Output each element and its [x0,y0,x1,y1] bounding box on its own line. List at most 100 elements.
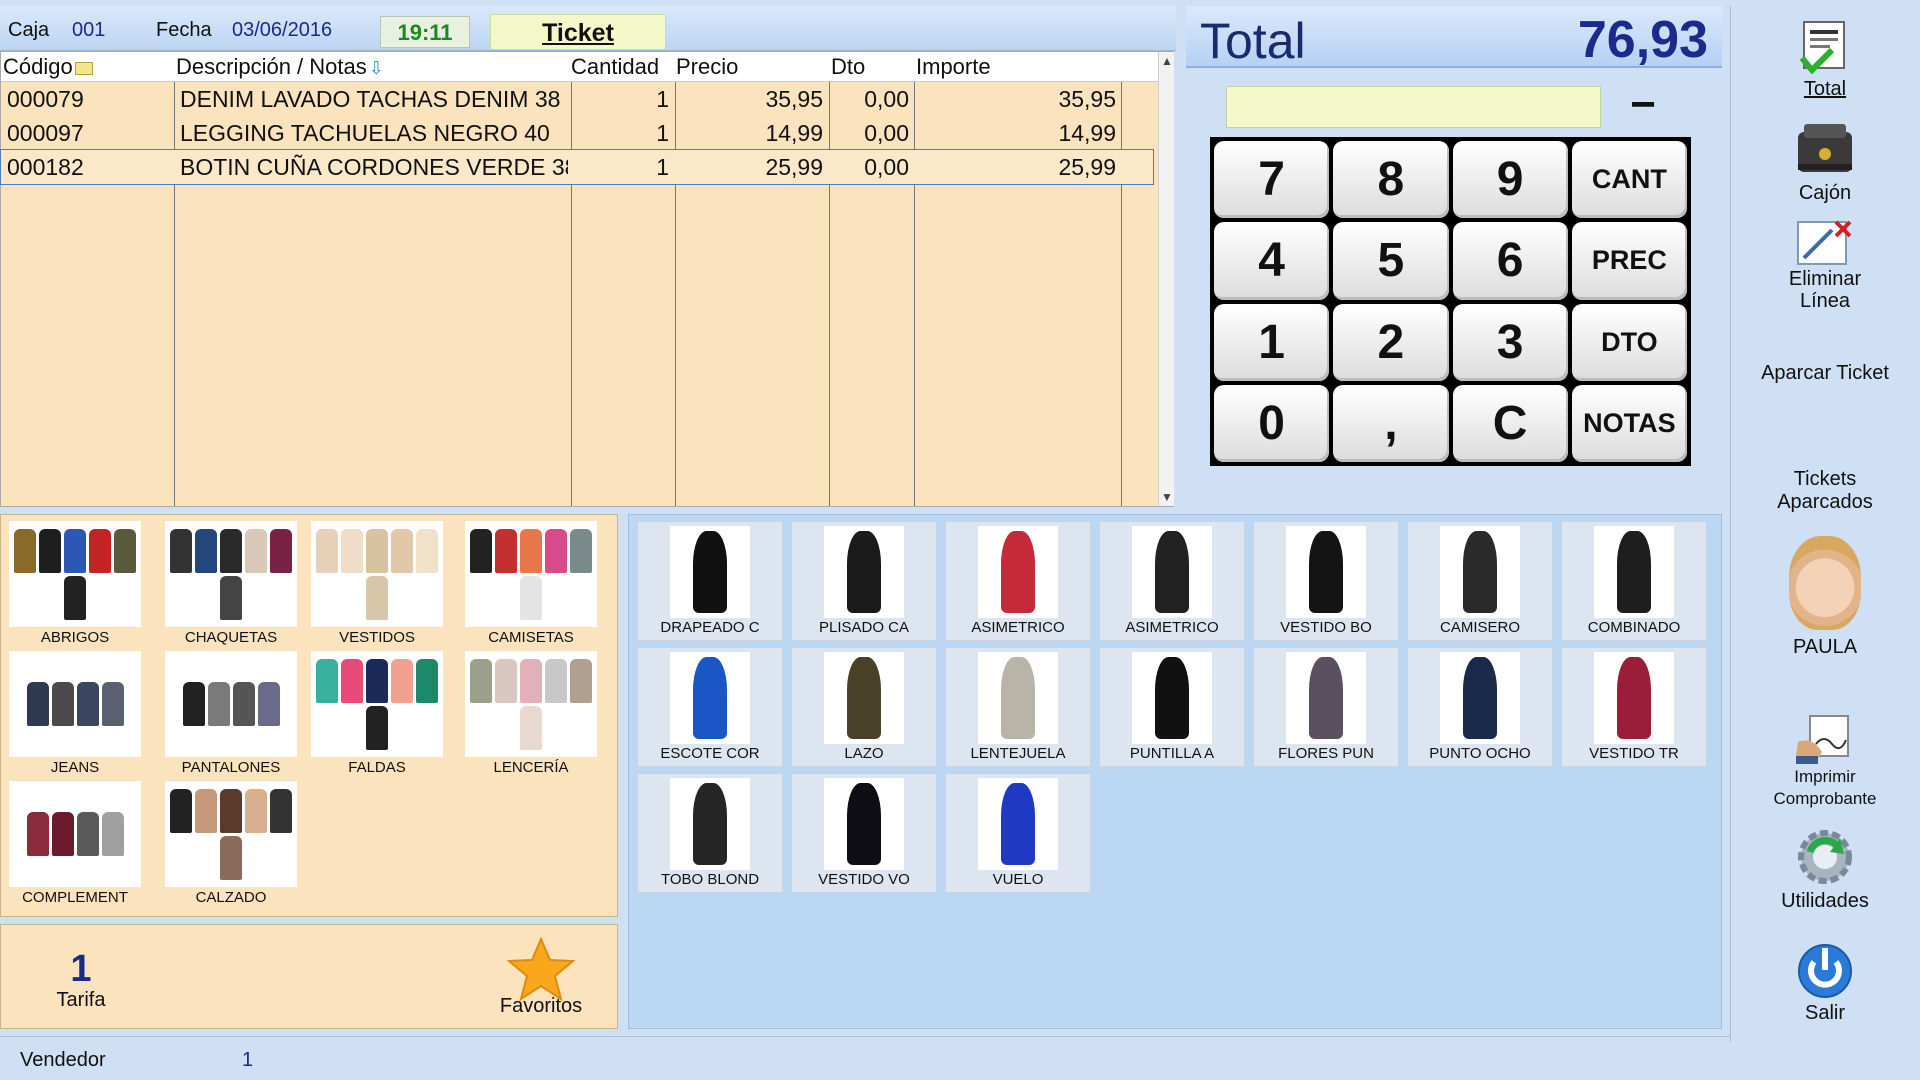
category-tile[interactable]: PANTALONES [161,651,301,776]
col-descripcion[interactable]: Descripción / Notas ⇩ [176,54,384,80]
product-tile[interactable]: LENTEJUELA [945,647,1091,767]
aparcar-ticket-button[interactable]: Aparcar Ticket [1731,362,1919,385]
category-label: VESTIDOS [339,629,415,646]
key-prec[interactable]: PREC [1571,222,1687,300]
product-image [978,526,1058,618]
garment-swatch [101,812,124,856]
ticket-button[interactable]: Ticket [490,14,666,50]
garment-swatch [416,658,438,703]
category-tile[interactable]: LENCERÍA [461,651,601,776]
utilidades-button[interactable]: Utilidades [1731,824,1919,913]
category-tile[interactable]: ABRIGOS [5,521,145,646]
category-tile[interactable]: VESTIDOS [307,521,447,646]
product-tile[interactable]: PUNTILLA A [1099,647,1245,767]
garment-swatch [39,528,61,573]
product-tile[interactable]: ASIMETRICO [945,521,1091,641]
garment-swatch [220,788,242,833]
eliminar-label-2: Línea [1799,290,1851,312]
dress-figure [1617,657,1651,739]
garment-swatch [232,682,255,726]
table-row[interactable]: 000097 LEGGING TACHUELAS NEGRO 40 1 14,9… [1,116,1153,150]
category-image [165,521,297,627]
product-label: VESTIDO VO [818,871,910,888]
salir-button[interactable]: Salir [1731,936,1919,1025]
imprimir-comprobante-button[interactable]: Imprimir Comprobante [1731,712,1919,810]
product-tile[interactable]: TOBO BLOND [637,773,783,893]
product-tile[interactable]: PLISADO CA [791,521,937,641]
key-5[interactable]: 5 [1333,222,1449,300]
category-label: PANTALONES [181,759,281,776]
eliminar-linea-button[interactable]: Eliminar Línea [1731,218,1919,312]
category-tile[interactable]: COMPLEMENT [5,781,145,906]
minus-button[interactable]: − [1616,83,1670,128]
product-tile[interactable]: VESTIDO BO [1253,521,1399,641]
garment-swatch [366,575,388,620]
favoritos-button[interactable]: Favoritos [489,937,593,1018]
grid-scrollbar[interactable]: ▲ ▼ [1158,52,1174,506]
garment-swatch [245,788,267,833]
col-cantidad[interactable]: Cantidad [571,54,659,80]
key-6[interactable]: 6 [1452,222,1568,300]
product-image [1440,652,1520,744]
col-importe[interactable]: Importe [916,54,991,80]
garment-swatch [51,812,74,856]
table-row[interactable]: 000079 DENIM LAVADO TACHAS DENIM 38 1 35… [1,82,1153,116]
product-tile[interactable]: LAZO [791,647,937,767]
product-label: LAZO [844,745,884,762]
product-tile[interactable]: ASIMETRICO [1099,521,1245,641]
key-clear[interactable]: C [1452,384,1568,462]
category-panel: ABRIGOS CHAQUETAS VESTIDOS CAMISETAS JEANS PA… [0,514,618,917]
product-tile[interactable]: VESTIDO TR [1561,647,1707,767]
product-tile[interactable]: COMBINADO [1561,521,1707,641]
key-7[interactable]: 7 [1214,141,1330,219]
user-button[interactable]: PAULA [1731,536,1919,659]
garment-swatch [26,682,49,726]
col-dto[interactable]: Dto [831,54,865,80]
key-8[interactable]: 8 [1333,141,1449,219]
tarifa-button[interactable]: 1 Tarifa [41,949,121,1012]
col-precio[interactable]: Precio [676,54,738,80]
table-row-selected[interactable]: 000182 BOTIN CUÑA CORDONES VERDE 38 1 25… [0,149,1154,185]
category-tile[interactable]: CAMISETAS [461,521,601,646]
category-image [9,651,141,757]
cajon-button[interactable]: Cajón [1731,118,1919,205]
category-tile[interactable]: JEANS [5,651,145,776]
key-9[interactable]: 9 [1452,141,1568,219]
total-panel: Total 76,93 [1186,6,1722,69]
category-image [465,521,597,627]
dress-figure [1463,531,1497,613]
category-tile[interactable]: CHAQUETAS [161,521,301,646]
key-cant[interactable]: CANT [1571,141,1687,219]
garment-swatch [207,682,230,726]
key-3[interactable]: 3 [1452,303,1568,381]
product-label: TOBO BLOND [660,871,760,888]
key-dto[interactable]: DTO [1571,303,1687,381]
garment-swatch [391,658,413,703]
imprimir-label-1: Imprimir [1794,767,1856,786]
scroll-down-icon[interactable]: ▼ [1161,490,1173,504]
total-button[interactable]: Total [1731,16,1919,101]
key-2[interactable]: 2 [1333,303,1449,381]
product-tile[interactable]: PUNTO OCHO [1407,647,1553,767]
category-tile[interactable]: CALZADO [161,781,301,906]
keypad-display-input[interactable] [1226,86,1601,128]
product-tile[interactable]: CAMISERO [1407,521,1553,641]
col-codigo[interactable]: Código [3,54,93,80]
ticket-label: Ticket [542,19,614,47]
product-tile[interactable]: DRAPEADO C [637,521,783,641]
scroll-up-icon[interactable]: ▲ [1161,54,1173,68]
product-tile[interactable]: VESTIDO VO [791,773,937,893]
tickets-aparcados-button[interactable]: Tickets Aparcados [1731,468,1919,514]
garment-swatch [182,682,205,726]
product-tile[interactable]: VUELO [945,773,1091,893]
key-comma[interactable]: , [1333,384,1449,462]
key-notas[interactable]: NOTAS [1571,384,1687,462]
key-4[interactable]: 4 [1214,222,1330,300]
key-1[interactable]: 1 [1214,303,1330,381]
category-tile[interactable]: FALDAS [307,651,447,776]
delete-line-icon [1797,220,1852,265]
product-label: LENTEJUELA [970,745,1066,762]
product-tile[interactable]: FLORES PUN [1253,647,1399,767]
key-0[interactable]: 0 [1214,384,1330,462]
product-tile[interactable]: ESCOTE COR [637,647,783,767]
